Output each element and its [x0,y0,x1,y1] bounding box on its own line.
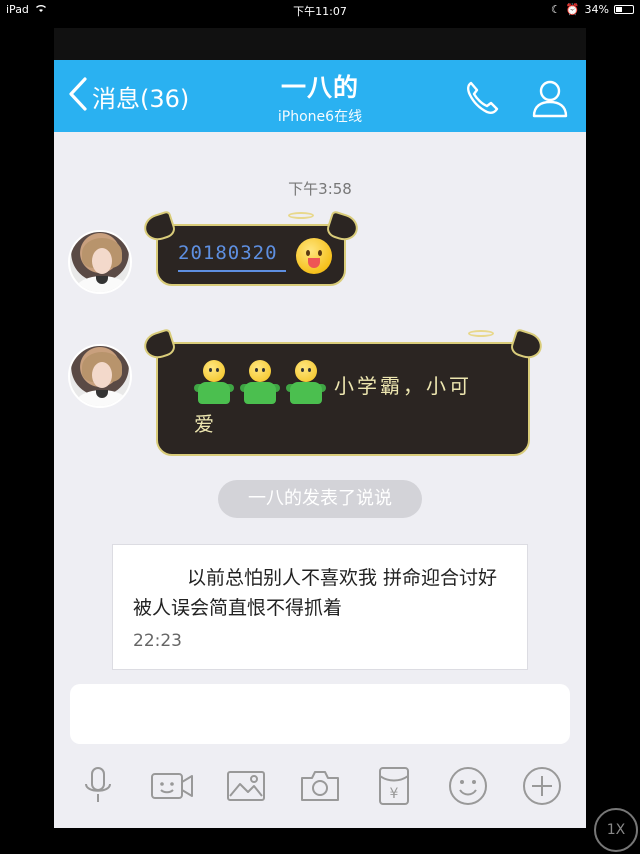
zoom-1x-button[interactable]: 1X [594,808,638,852]
alarm-icon: ⏰ [565,3,580,16]
device-time: 下午11:07 [293,5,347,18]
video-icon[interactable] [150,764,194,808]
system-notice[interactable]: 一八的发表了说说 [218,480,422,518]
halo-decoration [468,330,494,337]
navigation-bar: 消息(36) 一八的 iPhone6在线 [54,60,586,132]
green-man-emoji-icon [194,360,234,408]
plus-icon[interactable] [520,764,564,808]
message-bubble[interactable]: 小学霸，小可 爱 [140,328,546,456]
phone-icon[interactable] [462,78,502,118]
svg-text:¥: ¥ [390,786,399,802]
wing-decoration [140,210,178,244]
profile-icon[interactable] [528,76,572,120]
green-man-emoji-icon [286,360,326,408]
halo-decoration [288,212,314,219]
battery-label: 34% [584,3,609,16]
message-text: 20180320 [178,242,278,264]
image-icon[interactable] [224,764,268,808]
emoji-icon[interactable] [446,764,490,808]
device-status-bar: iPad 下午11:07 ☾ ⏰ 34% [0,0,640,20]
battery-icon [614,5,634,14]
feed-post-card[interactable]: 以前总怕别人不喜欢我 拼命迎合讨好 被人误会简直恨不得抓着 22:23 [112,544,528,670]
contact-status: iPhone6在线 [277,109,363,125]
tongue-out-emoji-icon [296,238,332,274]
contact-header[interactable]: 一八的 iPhone6在线 [54,68,586,126]
moon-icon: ☾ [550,3,561,16]
microphone-icon[interactable] [76,764,120,808]
wing-decoration [324,210,362,244]
phone-status-bar [54,28,586,60]
message-timestamp: 下午3:58 [288,180,352,198]
message-input[interactable] [70,684,570,744]
contact-avatar[interactable] [68,230,132,294]
message-text: 小学霸，小可 [334,374,472,398]
message-text-continued: 爱 [194,412,214,436]
red-packet-icon[interactable]: ¥ [372,764,416,808]
chat-app: 消息(36) 一八的 iPhone6在线 下午3:58 20180320 小学霸… [54,28,586,828]
wing-decoration [508,328,546,362]
input-toolbar: ¥ [54,754,586,814]
wing-decoration [140,328,178,362]
contact-name: 一八的 [280,73,359,102]
feed-post-text: 以前总怕别人不喜欢我 拼命迎合讨好 被人误会简直恨不得抓着 [133,567,498,619]
camera-icon[interactable] [298,764,342,808]
message-bubble[interactable]: 20180320 [140,210,362,286]
feed-post-time: 22:23 [133,631,182,651]
contact-avatar[interactable] [68,344,132,408]
green-man-emoji-icon [240,360,280,408]
